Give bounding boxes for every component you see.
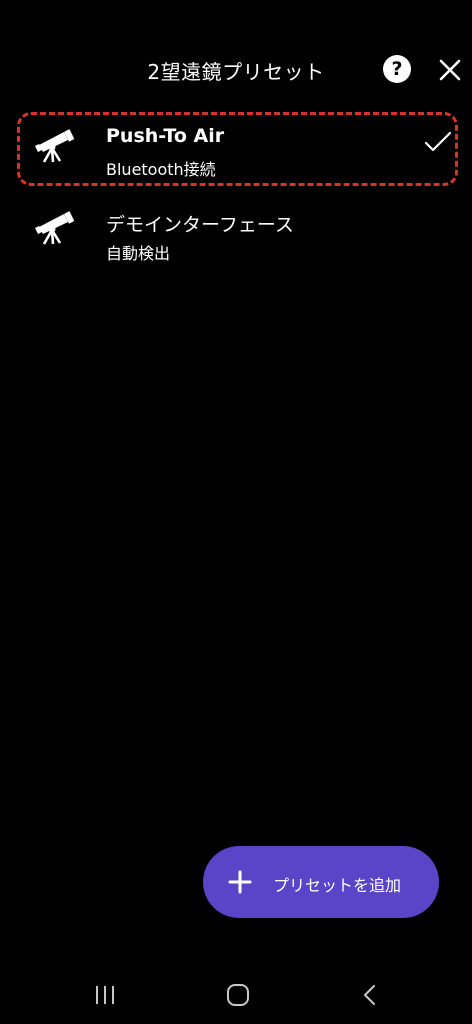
close-icon[interactable] (436, 56, 464, 84)
preset-item-push-to-air[interactable]: Push-To Air Bluetooth接続 (0, 112, 472, 188)
preset-connection: 自動検出 (106, 244, 171, 263)
home-icon[interactable] (226, 983, 250, 1007)
preset-item-demo-interface[interactable]: デモインターフェース 自動検出 (0, 198, 472, 274)
telescope-icon (35, 129, 74, 163)
recent-apps-icon[interactable] (92, 984, 118, 1006)
preset-connection: Bluetooth接続 (106, 160, 216, 179)
add-preset-button[interactable]: プリセットを追加 (203, 846, 439, 918)
preset-name: デモインターフェース (106, 214, 294, 236)
back-icon[interactable] (360, 983, 380, 1007)
check-icon (424, 131, 452, 152)
system-navigation-bar (0, 960, 472, 1024)
plus-icon (228, 870, 252, 894)
add-preset-label: プリセットを追加 (273, 876, 402, 895)
preset-name: Push-To Air (106, 125, 225, 147)
telescope-icon (35, 211, 74, 245)
help-button[interactable]: ? (383, 55, 411, 83)
